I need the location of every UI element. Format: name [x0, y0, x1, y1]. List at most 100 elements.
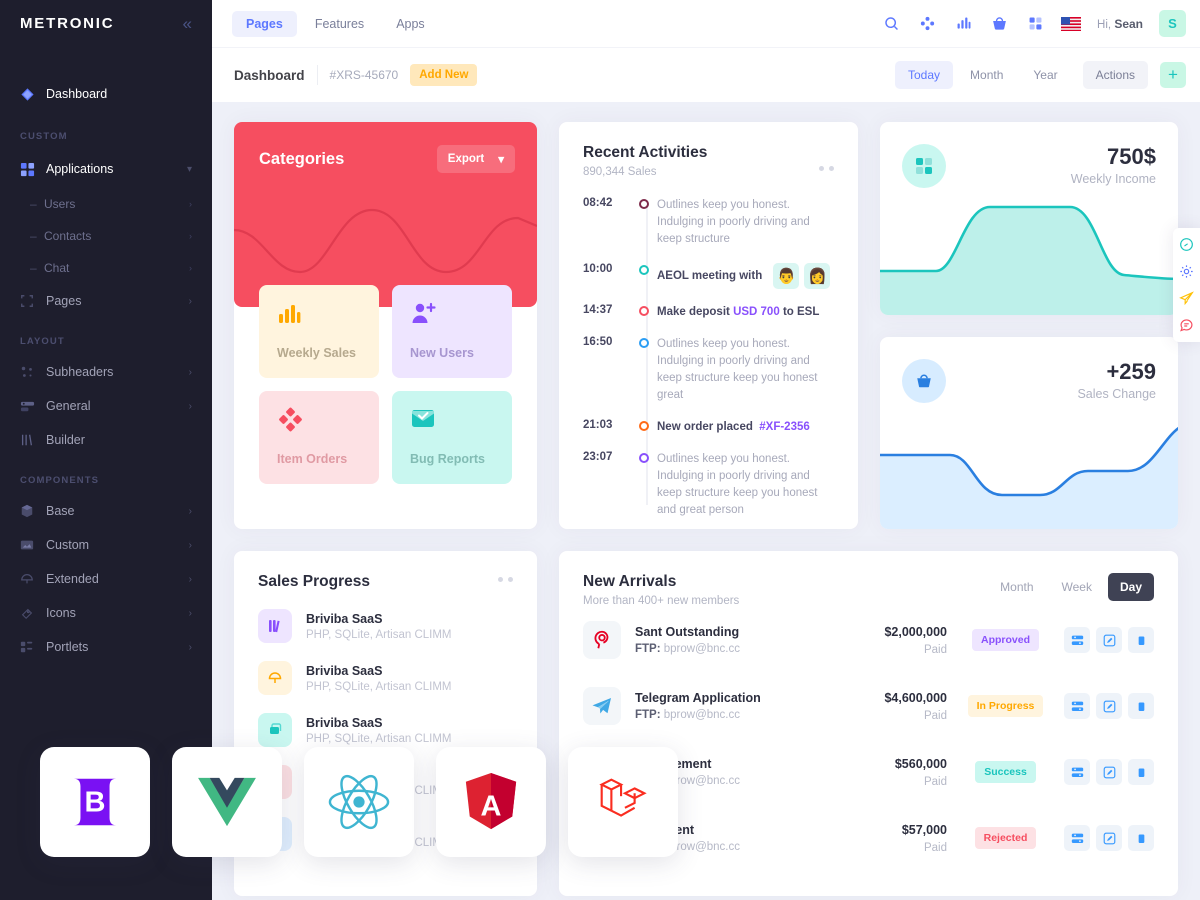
sidebar-subitem-users[interactable]: – Users › [0, 188, 212, 220]
two-dots-icon[interactable] [498, 577, 513, 582]
sidebar-item-base[interactable]: Base › [0, 494, 212, 528]
sidebar-subitem-chat[interactable]: – Chat › [0, 252, 212, 284]
activity-item[interactable]: 21:03 New order placed #XF-2356 [583, 418, 834, 436]
sidebar-subitem-contacts[interactable]: – Contacts › [0, 220, 212, 252]
filter-today[interactable]: Today [895, 61, 954, 89]
sidebar-item-dashboard[interactable]: Dashboard [0, 75, 212, 113]
tile-item-orders[interactable]: Item Orders [259, 391, 379, 484]
activity-item[interactable]: 23:07 Outlines keep you honest. Indulgin… [583, 450, 834, 519]
table-row[interactable]: Telegram Application FTP: bprow@bnc.cc $… [583, 673, 1154, 739]
basket-icon[interactable] [989, 14, 1009, 34]
sidebar-item-extended[interactable]: Extended › [0, 562, 212, 596]
laravel-logo[interactable] [568, 747, 678, 857]
row-actions [1064, 627, 1154, 653]
tile-new-users[interactable]: New Users [392, 285, 512, 378]
subheader: Dashboard #XRS-45670 Add New Today Month… [212, 47, 1200, 102]
tile-bug-reports[interactable]: Bug Reports [392, 391, 512, 484]
sidebar-item-label: Portlets [46, 640, 89, 654]
delete-trash-icon[interactable] [1128, 759, 1154, 785]
chat-icon[interactable] [1173, 312, 1200, 339]
sidebar-item-applications[interactable]: Applications ▾ [0, 150, 212, 188]
activity-item[interactable]: 16:50 Outlines keep you honest. Indulgin… [583, 335, 834, 404]
tab-features[interactable]: Features [301, 11, 378, 37]
activity-text: Outlines keep you honest. Indulging in p… [657, 338, 818, 401]
export-button[interactable]: Export ▾ [436, 145, 515, 173]
ftp-label: FTP: [635, 643, 661, 655]
filter-year[interactable]: Year [1020, 61, 1070, 89]
search-icon[interactable] [881, 14, 901, 34]
actions-button[interactable]: Actions [1082, 61, 1148, 89]
vue-logo[interactable] [172, 747, 282, 857]
filter-month[interactable]: Month [988, 573, 1045, 601]
avatar[interactable]: S [1159, 10, 1186, 37]
sidebar-item-general[interactable]: General › [0, 389, 212, 423]
sidebar-item-label: Dashboard [46, 87, 108, 101]
edit-pencil-icon[interactable] [1096, 693, 1122, 719]
send-icon[interactable] [1173, 285, 1200, 312]
react-logo[interactable] [304, 747, 414, 857]
delete-trash-icon[interactable] [1128, 627, 1154, 653]
settings-sliders-icon[interactable] [1064, 627, 1090, 653]
grid-icon[interactable] [1025, 14, 1045, 34]
delete-trash-icon[interactable] [1128, 693, 1154, 719]
sidebar-item-custom[interactable]: Custom › [0, 528, 212, 562]
sidebar-item-icons[interactable]: Icons › [0, 596, 212, 630]
bootstrap-logo[interactable]: B [40, 747, 150, 857]
table-row[interactable]: Sant Outstanding FTP: bprow@bnc.cc $2,00… [583, 607, 1154, 673]
activity-avatars: 👨 👩 [773, 263, 831, 289]
activity-item[interactable]: 10:00 AEOL meeting with 👨 👩 [583, 262, 834, 289]
angular-logo[interactable]: A [436, 747, 546, 857]
sidebar-item-pages[interactable]: Pages › [0, 284, 212, 318]
flag-us-icon[interactable] [1061, 14, 1082, 34]
frame-icon [20, 294, 46, 308]
settings-sliders-icon[interactable] [1064, 693, 1090, 719]
plus-icon[interactable]: + [1160, 62, 1186, 88]
activity-marker [631, 335, 657, 404]
weekly-income-chart [879, 205, 1178, 315]
two-dots-icon[interactable] [818, 166, 834, 171]
layout-icon [20, 640, 46, 654]
sidebar-item-builder[interactable]: Builder [0, 423, 212, 457]
tile-label: Weekly Sales [277, 346, 356, 360]
activity-item[interactable]: 08:42 Outlines keep you honest. Indulgin… [583, 196, 834, 248]
add-new-button[interactable]: Add New [410, 64, 478, 86]
filter-week[interactable]: Week [1050, 573, 1104, 601]
settings-sliders-icon[interactable] [1064, 759, 1090, 785]
list-item-text: Briviba SaaS PHP, SQLite, Artisan CLIMM [306, 612, 452, 641]
books-icon [258, 609, 292, 643]
edit-pencil-icon[interactable] [1096, 825, 1122, 851]
sidebar-item-subheaders[interactable]: Subheaders › [0, 355, 212, 389]
tab-pages[interactable]: Pages [232, 10, 297, 37]
activity-item[interactable]: 14:37 Make deposit USD 700 to ESL [583, 303, 834, 321]
row-name: Sant Outstanding [635, 625, 740, 639]
tile-weekly-sales[interactable]: Weekly Sales [259, 285, 379, 378]
list-item-text: Briviba SaaS PHP, SQLite, Artisan CLIMM [306, 664, 452, 693]
bar-chart-icon[interactable] [953, 14, 973, 34]
list-item[interactable]: Briviba SaaS PHP, SQLite, Artisan CLIMM [258, 609, 513, 643]
new-arrivals-titles: New Arrivals More than 400+ new members [583, 573, 739, 607]
activity-time: 16:50 [583, 336, 613, 348]
row-paid: Paid [923, 643, 947, 656]
delete-trash-icon[interactable] [1128, 825, 1154, 851]
diamond-icon [20, 87, 46, 102]
row-price: $2,000,000 [884, 624, 947, 639]
gear-icon[interactable] [1173, 258, 1200, 285]
edit-pencil-icon[interactable] [1096, 627, 1122, 653]
tile-label: Bug Reports [410, 452, 485, 466]
list-item[interactable]: Briviba SaaS PHP, SQLite, Artisan CLIMM [258, 713, 513, 747]
item-desc: PHP, SQLite, Artisan CLIMM [306, 680, 452, 693]
activity-marker [631, 303, 657, 321]
ftp-label: FTP: [635, 709, 661, 721]
tab-apps[interactable]: Apps [382, 11, 439, 37]
filter-day[interactable]: Day [1107, 573, 1154, 601]
filter-month[interactable]: Month [957, 61, 1016, 89]
chevrons-left-icon[interactable]: « [183, 15, 192, 32]
activity-text-wrap: AEOL meeting with 👨 👩 [657, 262, 831, 289]
svg-text:B: B [85, 787, 106, 819]
scatter-icon[interactable] [917, 14, 937, 34]
list-item[interactable]: Briviba SaaS PHP, SQLite, Artisan CLIMM [258, 661, 513, 695]
sidebar-item-portlets[interactable]: Portlets › [0, 630, 212, 664]
droplet-icon[interactable] [1173, 231, 1200, 258]
edit-pencil-icon[interactable] [1096, 759, 1122, 785]
settings-sliders-icon[interactable] [1064, 825, 1090, 851]
